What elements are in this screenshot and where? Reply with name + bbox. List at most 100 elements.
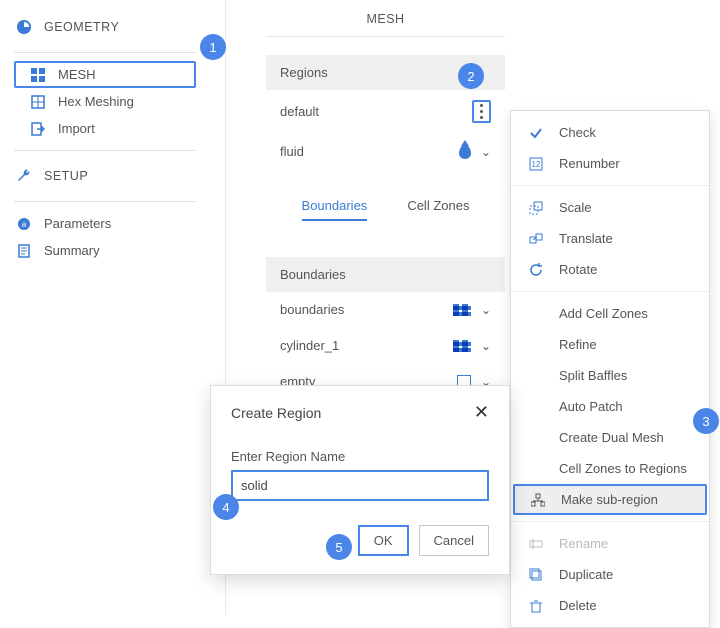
menu-label: Check bbox=[559, 125, 596, 140]
setup-label: SETUP bbox=[44, 169, 88, 183]
callout-5: 5 bbox=[326, 534, 352, 560]
sidebar-group-setup[interactable]: SETUP bbox=[0, 159, 210, 193]
menu-auto-patch[interactable]: Auto Patch bbox=[511, 391, 709, 422]
menu-label: Add Cell Zones bbox=[559, 306, 648, 321]
callout-3: 3 bbox=[693, 408, 719, 434]
duplicate-icon bbox=[527, 568, 545, 582]
region-row-fluid[interactable]: fluid ⌄ bbox=[266, 134, 505, 170]
region-name: fluid bbox=[280, 144, 304, 159]
menu-label: Translate bbox=[559, 231, 613, 246]
tab-cell-zones[interactable]: Cell Zones bbox=[407, 198, 469, 221]
menu-cell-zones-to-regions[interactable]: Cell Zones to Regions bbox=[511, 453, 709, 484]
menu-label: Scale bbox=[559, 200, 592, 215]
svg-text:12: 12 bbox=[532, 160, 541, 169]
context-menu: Check 12 Renumber Scale Translate Rotate… bbox=[510, 110, 710, 628]
boundaries-header: Boundaries bbox=[266, 257, 505, 292]
rename-icon bbox=[527, 537, 545, 551]
separator bbox=[14, 52, 196, 53]
parameters-icon: a bbox=[14, 217, 34, 231]
create-region-dialog: Create Region ✕ Enter Region Name OK Can… bbox=[210, 385, 510, 575]
cancel-button[interactable]: Cancel bbox=[419, 525, 489, 556]
menu-rotate[interactable]: Rotate bbox=[511, 254, 709, 285]
rotate-icon bbox=[527, 263, 545, 277]
grid-icon bbox=[28, 68, 48, 82]
svg-text:a: a bbox=[22, 220, 27, 229]
callout-2: 2 bbox=[458, 63, 484, 89]
menu-label: Auto Patch bbox=[559, 399, 623, 414]
brick-icon bbox=[453, 304, 471, 316]
brick-icon bbox=[453, 340, 471, 352]
chevron-down-icon[interactable]: ⌄ bbox=[481, 145, 491, 159]
sidebar-group-geometry[interactable]: GEOMETRY bbox=[0, 10, 210, 44]
hex-label: Hex Meshing bbox=[58, 94, 134, 109]
menu-make-sub-region[interactable]: Make sub-region bbox=[513, 484, 707, 515]
geometry-label: GEOMETRY bbox=[44, 20, 119, 34]
menu-label: Create Dual Mesh bbox=[559, 430, 664, 445]
mesh-children: Hex Meshing Import bbox=[0, 88, 210, 142]
sidebar-item-mesh[interactable]: MESH bbox=[14, 61, 196, 88]
import-label: Import bbox=[58, 121, 95, 136]
menu-rename: Rename bbox=[511, 528, 709, 559]
menu-label: Duplicate bbox=[559, 567, 613, 582]
menu-add-cell-zones[interactable]: Add Cell Zones bbox=[511, 298, 709, 329]
ok-button[interactable]: OK bbox=[358, 525, 409, 556]
tabs: Boundaries Cell Zones bbox=[266, 170, 505, 227]
menu-separator bbox=[511, 291, 709, 292]
renumber-icon: 12 bbox=[527, 157, 545, 171]
summary-icon bbox=[14, 244, 34, 258]
callout-4: 4 bbox=[213, 494, 239, 520]
kebab-icon[interactable] bbox=[472, 100, 491, 123]
boundary-row-boundaries[interactable]: boundaries ⌄ bbox=[266, 292, 505, 328]
geometry-icon bbox=[14, 19, 34, 35]
boundary-name: cylinder_1 bbox=[280, 338, 339, 353]
sidebar: GEOMETRY MESH Hex Meshing Import SETUP bbox=[0, 0, 210, 615]
wrench-icon bbox=[14, 168, 34, 184]
summary-label: Summary bbox=[44, 243, 100, 258]
menu-delete[interactable]: Delete bbox=[511, 590, 709, 621]
droplet-icon bbox=[459, 145, 471, 159]
menu-split-baffles[interactable]: Split Baffles bbox=[511, 360, 709, 391]
field-label: Enter Region Name bbox=[231, 449, 489, 464]
menu-label: Delete bbox=[559, 598, 597, 613]
menu-separator bbox=[511, 185, 709, 186]
separator bbox=[14, 150, 196, 151]
sidebar-item-parameters[interactable]: a Parameters bbox=[0, 210, 210, 237]
menu-label: Split Baffles bbox=[559, 368, 627, 383]
menu-label: Cell Zones to Regions bbox=[559, 461, 687, 476]
menu-scale[interactable]: Scale bbox=[511, 192, 709, 223]
menu-check[interactable]: Check bbox=[511, 117, 709, 148]
boundary-name: boundaries bbox=[280, 302, 344, 317]
panel-title: MESH bbox=[266, 0, 505, 36]
menu-create-dual-mesh[interactable]: Create Dual Mesh bbox=[511, 422, 709, 453]
parameters-label: Parameters bbox=[44, 216, 111, 231]
sidebar-item-hex-meshing[interactable]: Hex Meshing bbox=[0, 88, 210, 115]
import-icon bbox=[28, 122, 48, 136]
region-name: default bbox=[280, 104, 319, 119]
delete-icon bbox=[527, 599, 545, 613]
menu-renumber[interactable]: 12 Renumber bbox=[511, 148, 709, 179]
close-icon[interactable]: ✕ bbox=[474, 402, 489, 423]
region-name-input[interactable] bbox=[231, 470, 489, 501]
chevron-down-icon[interactable]: ⌄ bbox=[481, 339, 491, 353]
separator bbox=[14, 201, 196, 202]
dialog-title: Create Region bbox=[231, 405, 321, 421]
translate-icon bbox=[527, 232, 545, 246]
subregion-icon bbox=[529, 493, 547, 507]
sidebar-item-import[interactable]: Import bbox=[0, 115, 210, 142]
menu-label: Rotate bbox=[559, 262, 597, 277]
scale-icon bbox=[527, 201, 545, 215]
menu-duplicate[interactable]: Duplicate bbox=[511, 559, 709, 590]
hex-icon bbox=[28, 95, 48, 109]
boundary-row-cylinder[interactable]: cylinder_1 ⌄ bbox=[266, 328, 505, 364]
menu-label: Make sub-region bbox=[561, 492, 658, 507]
mesh-label: MESH bbox=[58, 67, 96, 82]
menu-separator bbox=[511, 521, 709, 522]
sidebar-item-summary[interactable]: Summary bbox=[0, 237, 210, 264]
menu-refine[interactable]: Refine bbox=[511, 329, 709, 360]
region-row-default[interactable]: default bbox=[266, 90, 505, 134]
chevron-down-icon[interactable]: ⌄ bbox=[481, 303, 491, 317]
menu-translate[interactable]: Translate bbox=[511, 223, 709, 254]
tab-boundaries[interactable]: Boundaries bbox=[302, 198, 368, 221]
menu-label: Renumber bbox=[559, 156, 620, 171]
menu-label: Refine bbox=[559, 337, 597, 352]
